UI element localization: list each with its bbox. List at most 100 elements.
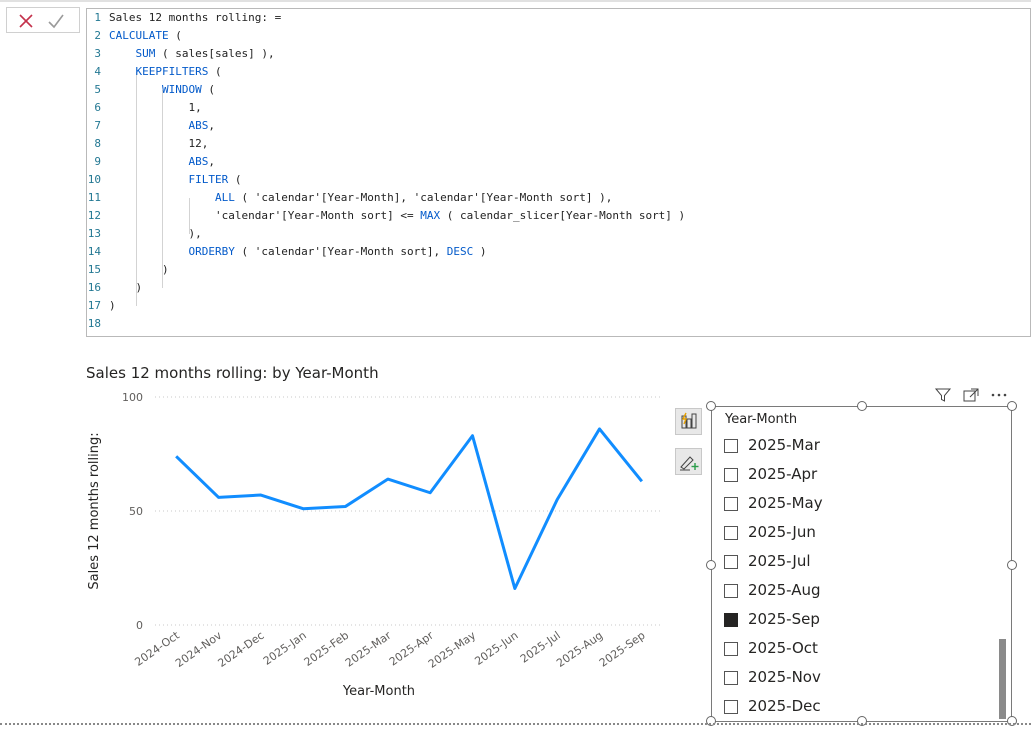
checkbox[interactable] [724, 584, 738, 598]
code-line[interactable]: 15 ) [87, 261, 1030, 279]
slicer-item[interactable]: 2025-Sep [724, 608, 974, 634]
series-line[interactable] [175, 427, 644, 591]
code-text: 12, [109, 137, 209, 150]
checkbox[interactable] [724, 700, 738, 714]
slicer-item[interactable]: 2025-Aug [724, 579, 974, 605]
code-line[interactable]: 12 'calendar'[Year-Month sort] <= MAX ( … [87, 207, 1030, 225]
data-point[interactable] [216, 494, 222, 500]
slicer-scrollbar[interactable] [999, 639, 1006, 719]
x-tick-label: 2025-Sep [597, 629, 648, 670]
checkbox[interactable] [724, 497, 738, 511]
slicer-item[interactable]: 2025-Jul [724, 550, 974, 576]
resize-handle[interactable] [1007, 401, 1017, 411]
build-visual-icon [681, 412, 697, 429]
focus-mode-icon[interactable] [962, 387, 980, 403]
code-line[interactable]: 7 ABS, [87, 117, 1030, 135]
x-tick-label: 2025-Feb [302, 629, 352, 669]
data-point[interactable] [173, 453, 179, 459]
slicer-item[interactable]: 2025-Oct [724, 637, 974, 663]
checkbox[interactable] [724, 613, 738, 627]
slicer-item-label: 2025-Jun [748, 523, 816, 541]
resize-handle[interactable] [706, 560, 716, 570]
checkmark-icon[interactable] [45, 10, 67, 32]
data-point[interactable] [597, 426, 603, 432]
code-text: 1, [109, 101, 202, 114]
line-number: 10 [87, 173, 101, 186]
code-text: ), [109, 227, 202, 240]
line-number: 15 [87, 263, 101, 276]
slicer-item[interactable]: 2025-May [724, 492, 974, 518]
resize-handle[interactable] [1007, 560, 1017, 570]
code-text: SUM ( sales[sales] ), [135, 47, 275, 60]
close-x-icon[interactable] [15, 10, 37, 32]
more-options-icon[interactable] [989, 387, 1009, 403]
code-text: KEEPFILTERS ( [135, 65, 222, 78]
slicer-item[interactable]: 2025-Nov [724, 666, 974, 692]
data-point[interactable] [470, 433, 476, 439]
data-point[interactable] [554, 497, 560, 503]
checkbox[interactable] [724, 439, 738, 453]
code-line[interactable]: 1 Sales 12 months rolling: = [87, 9, 1030, 27]
slicer-item-label: 2025-Dec [748, 697, 821, 715]
data-point[interactable] [385, 476, 391, 482]
line-number: 9 [94, 155, 101, 168]
year-month-slicer[interactable]: Year-Month 2025-Mar 2025-Apr 2025-May 2025-… [711, 406, 1012, 722]
code-line[interactable]: 14 ORDERBY ( 'calendar'[Year-Month sort]… [87, 243, 1030, 261]
data-point[interactable] [300, 506, 306, 512]
line-number: 17 [87, 299, 101, 312]
data-point[interactable] [512, 586, 518, 592]
top-divider [0, 0, 1031, 2]
code-line[interactable]: 13 ), [87, 225, 1030, 243]
checkbox[interactable] [724, 468, 738, 482]
slicer-item[interactable]: 2025-Dec [724, 695, 974, 721]
code-line[interactable]: 18 [87, 315, 1030, 333]
code-line[interactable]: 8 12, [87, 135, 1030, 153]
slicer-item[interactable]: 2025-Mar [724, 434, 974, 460]
x-tick-label: 2025-Mar [343, 629, 394, 670]
data-point[interactable] [427, 490, 433, 496]
line-number: 3 [94, 47, 101, 60]
checkbox[interactable] [724, 671, 738, 685]
slicer-item-label: 2025-Aug [748, 581, 821, 599]
format-visual-button[interactable] [675, 448, 702, 475]
build-visual-button[interactable] [675, 408, 702, 435]
filter-icon[interactable] [934, 387, 952, 403]
slicer-item-label: 2025-May [748, 494, 823, 512]
dax-formula-editor[interactable]: 1 Sales 12 months rolling: = 2 CALCULATE (3… [86, 8, 1031, 337]
line-number: 11 [87, 191, 101, 204]
code-line[interactable]: 17) [87, 297, 1030, 315]
visual-title: Sales 12 months rolling: by Year-Month [86, 364, 379, 382]
checkbox[interactable] [724, 526, 738, 540]
code-line[interactable]: 3 SUM ( sales[sales] ), [87, 45, 1030, 63]
line-number: 8 [94, 137, 101, 150]
x-tick-label: 2025-Jan [261, 629, 309, 668]
code-line[interactable]: 10 FILTER ( [87, 171, 1030, 189]
data-point[interactable] [639, 478, 645, 484]
slicer-item-label: 2025-Jul [748, 552, 811, 570]
line-number: 14 [87, 245, 101, 258]
line-number: 1 [94, 11, 101, 24]
y-tick-label: 50 [129, 505, 143, 518]
data-point[interactable] [343, 503, 349, 509]
x-tick-label: 2024-Nov [173, 629, 225, 671]
slicer-item-label: 2025-Mar [748, 436, 820, 454]
y-tick-label: 0 [136, 619, 143, 632]
data-point[interactable] [258, 492, 264, 498]
code-line[interactable]: 6 1, [87, 99, 1030, 117]
code-line[interactable]: 2 CALCULATE ( [87, 27, 1030, 45]
code-line[interactable]: 11 ALL ( 'calendar'[Year-Month], 'calend… [87, 189, 1030, 207]
formula-commit-bar [6, 7, 80, 33]
resize-handle[interactable] [857, 401, 867, 411]
line-number: 12 [87, 209, 101, 222]
line-number: 13 [87, 227, 101, 240]
code-line[interactable]: 16 ) [87, 279, 1030, 297]
checkbox[interactable] [724, 642, 738, 656]
resize-handle[interactable] [706, 401, 716, 411]
slicer-item[interactable]: 2025-Apr [724, 463, 974, 489]
checkbox[interactable] [724, 555, 738, 569]
line-chart[interactable]: 0501002024-Oct2024-Nov2024-Dec2025-Jan20… [80, 385, 680, 715]
code-line[interactable]: 5 WINDOW ( [87, 81, 1030, 99]
slicer-item[interactable]: 2025-Jun [724, 521, 974, 547]
code-line[interactable]: 9 ABS, [87, 153, 1030, 171]
code-line[interactable]: 4 KEEPFILTERS ( [87, 63, 1030, 81]
